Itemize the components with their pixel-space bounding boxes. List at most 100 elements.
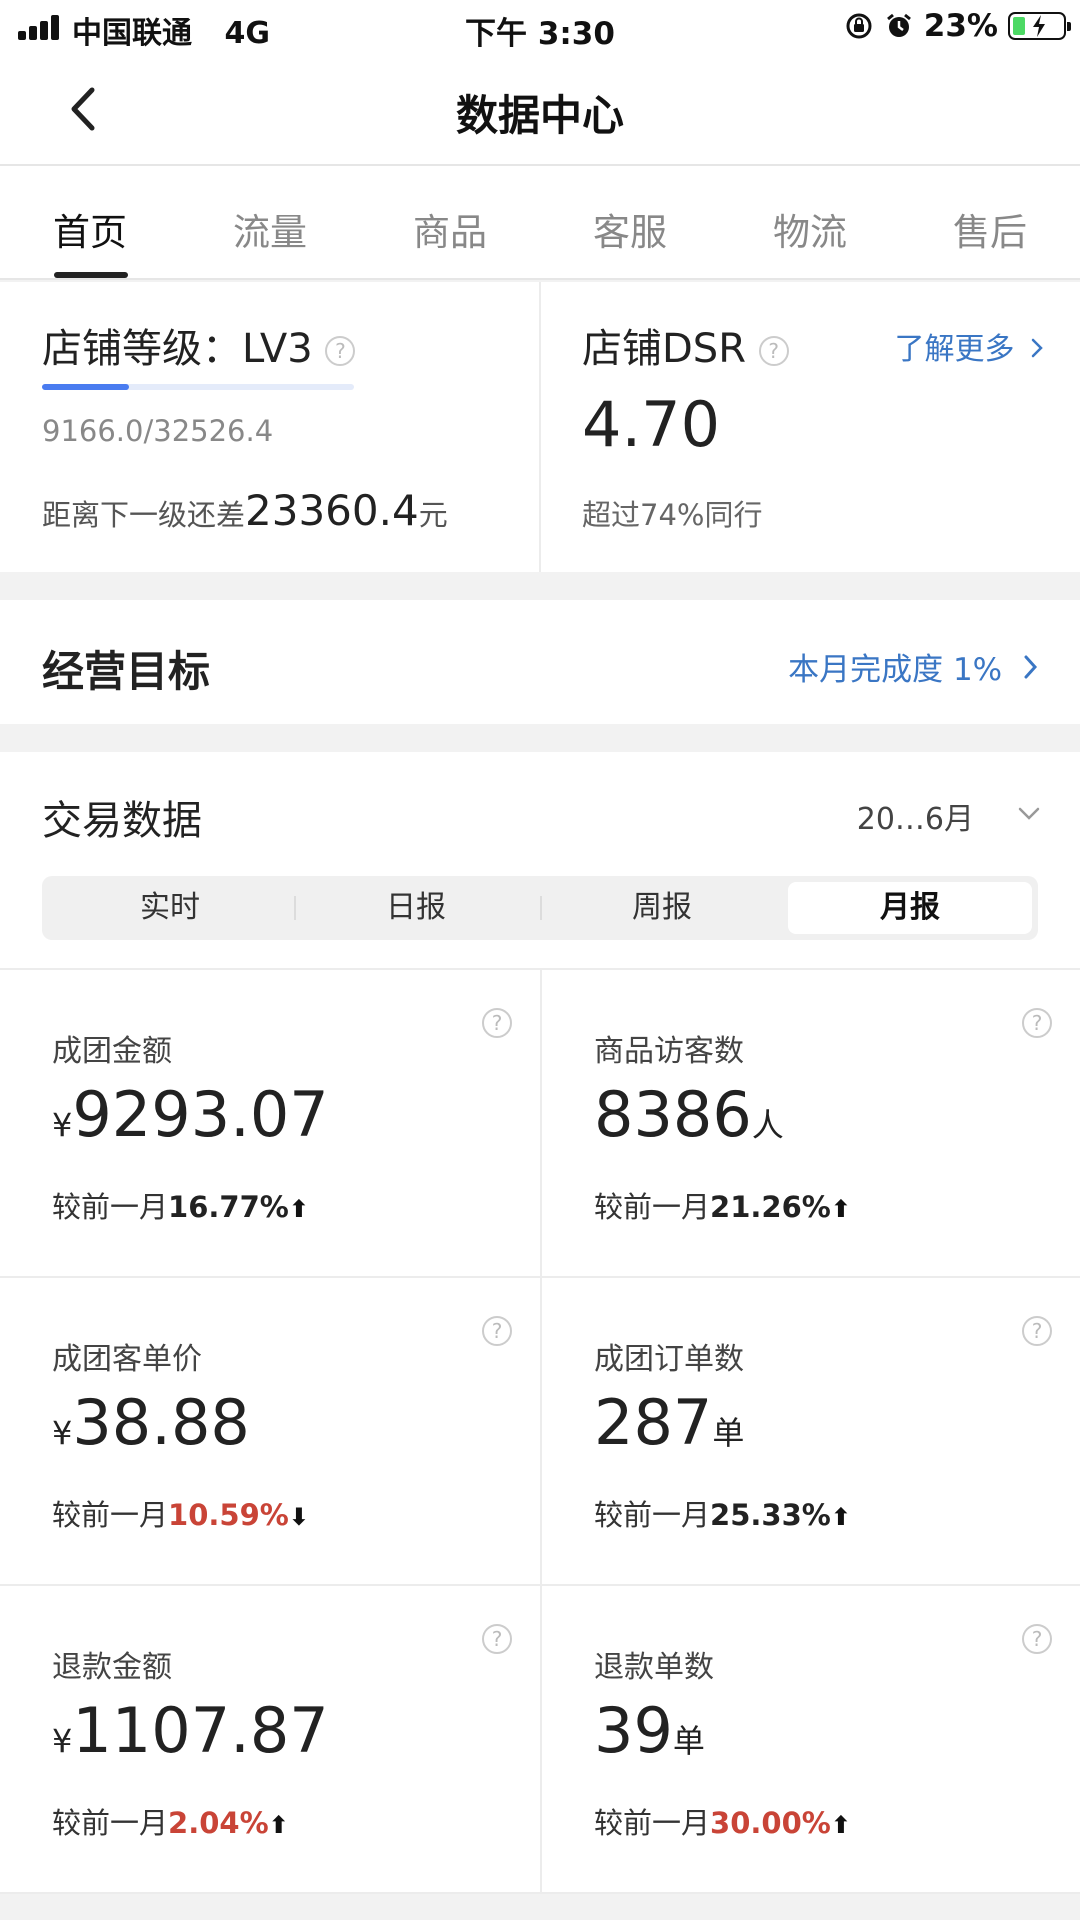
metric-value: ¥1107.87: [52, 1694, 329, 1767]
metric-unit: 单: [712, 1414, 745, 1452]
question-circle-icon[interactable]: ?: [482, 1316, 512, 1346]
dsr-value: 4.70: [582, 388, 721, 461]
level-gap-value: 23360.4: [245, 486, 419, 535]
metric-value: 287单: [594, 1386, 744, 1459]
change-percent: 21.26%: [710, 1190, 831, 1224]
battery-icon: [1008, 12, 1071, 40]
question-circle-icon[interactable]: ?: [1022, 1316, 1052, 1346]
level-score: 9166.0/32526.4: [42, 414, 274, 448]
battery-percent: 23%: [923, 8, 998, 44]
compare-label: 较前一月: [52, 1498, 169, 1532]
period-selector[interactable]: 20…6月: [857, 794, 974, 838]
monthly-completion-link[interactable]: 本月完成度 1%: [788, 644, 1040, 689]
dsr-title-text: 店铺DSR: [582, 326, 746, 372]
metric-value: ¥38.88: [52, 1386, 250, 1459]
shop-level-text: 店铺等级：LV3: [42, 326, 313, 372]
tab-after-sales[interactable]: 售后: [900, 202, 1080, 256]
compare-label: 较前一月: [52, 1806, 169, 1840]
metric-number: 1107.87: [72, 1694, 329, 1767]
shop-level-title: 店铺等级：LV3 ?: [42, 316, 356, 374]
metric-value: 39单: [594, 1694, 705, 1767]
trade-data-title: 交易数据: [42, 798, 202, 844]
arrow-down-icon: ⬇: [288, 1503, 309, 1531]
divider: [539, 282, 541, 572]
metric-number: 39: [594, 1694, 673, 1767]
tab-home[interactable]: 首页: [0, 202, 180, 256]
learn-more-link[interactable]: 了解更多: [894, 324, 1044, 368]
trade-data-card: 交易数据 20…6月 实时 日报 周报 月报 成团金额 ? ¥9293.07 较…: [0, 752, 1080, 1894]
metric-unit: 人: [751, 1106, 784, 1144]
arrow-up-icon: ⬆: [268, 1811, 289, 1839]
metric-gmv[interactable]: 成团金额 ? ¥9293.07 较前一月16.77%⬆: [0, 970, 540, 1278]
arrow-up-icon: ⬆: [830, 1811, 851, 1839]
metric-label: 商品访客数: [594, 1034, 744, 1069]
metric-label: 退款单数: [594, 1650, 714, 1685]
question-circle-icon[interactable]: ?: [482, 1008, 512, 1038]
level-gap-prefix: 距离下一级还差: [42, 498, 246, 532]
compare-label: 较前一月: [594, 1190, 711, 1224]
metric-label: 退款金额: [52, 1650, 172, 1685]
chevron-down-icon[interactable]: [1016, 800, 1042, 826]
change-percent: 16.77%: [168, 1190, 289, 1224]
tab-products[interactable]: 商品: [360, 202, 540, 256]
metric-number: 287: [594, 1386, 713, 1459]
tab-active-indicator: [54, 272, 128, 278]
tab-bar: 首页 流量 商品 客服 物流 售后: [0, 166, 1080, 280]
arrow-up-icon: ⬆: [288, 1195, 309, 1223]
currency-symbol: ¥: [52, 1722, 73, 1760]
metric-avg-order-value[interactable]: 成团客单价 ? ¥38.88 较前一月10.59%⬇: [0, 1278, 540, 1586]
question-circle-icon[interactable]: ?: [1022, 1008, 1052, 1038]
status-bar: 中国联通 4G 下午 3:30 23%: [0, 0, 1080, 54]
compare-label: 较前一月: [594, 1806, 711, 1840]
metric-compare: 较前一月21.26%⬆: [594, 1184, 851, 1226]
metric-compare: 较前一月10.59%⬇: [52, 1492, 309, 1534]
tab-traffic[interactable]: 流量: [180, 202, 360, 256]
question-circle-icon[interactable]: ?: [1022, 1624, 1052, 1654]
metric-orders[interactable]: 成团订单数 ? 287单 较前一月25.33%⬆: [540, 1278, 1080, 1586]
metric-refund-orders[interactable]: 退款单数 ? 39单 较前一月30.00%⬆: [540, 1586, 1080, 1894]
segment-weekly[interactable]: 周报: [540, 882, 784, 934]
metric-compare: 较前一月2.04%⬆: [52, 1800, 289, 1842]
chevron-right-icon: [1024, 655, 1038, 679]
arrow-up-icon: ⬆: [830, 1503, 851, 1531]
metric-number: 38.88: [72, 1386, 250, 1459]
business-goal-card[interactable]: 经营目标 本月完成度 1%: [0, 600, 1080, 724]
segment-daily[interactable]: 日报: [294, 882, 538, 934]
metric-compare: 较前一月30.00%⬆: [594, 1800, 851, 1842]
question-circle-icon[interactable]: ?: [325, 336, 356, 366]
change-percent: 30.00%: [710, 1806, 831, 1840]
level-gap-unit: 元: [418, 498, 448, 532]
metric-number: 8386: [594, 1078, 752, 1151]
page-title: 数据中心: [455, 91, 624, 140]
segment-realtime[interactable]: 实时: [48, 882, 292, 934]
alarm-icon: [884, 11, 914, 41]
tab-logistics[interactable]: 物流: [720, 202, 900, 256]
metrics-grid: 成团金额 ? ¥9293.07 较前一月16.77%⬆ 商品访客数 ? 8386…: [0, 968, 1080, 1894]
level-progress-bar: [42, 384, 354, 390]
monthly-completion-label: 本月完成度 1%: [788, 652, 1003, 688]
chevron-right-icon: [1031, 338, 1043, 358]
metric-value: 8386人: [594, 1078, 784, 1151]
change-percent: 10.59%: [168, 1498, 289, 1532]
metric-value: ¥9293.07: [52, 1078, 329, 1151]
currency-symbol: ¥: [52, 1414, 73, 1452]
dsr-rank: 超过74%同行: [582, 498, 763, 532]
report-type-selector: 实时 日报 周报 月报: [42, 876, 1038, 940]
metric-refund-amount[interactable]: 退款金额 ? ¥1107.87 较前一月2.04%⬆: [0, 1586, 540, 1894]
metric-unit: 单: [672, 1722, 705, 1760]
metric-compare: 较前一月16.77%⬆: [52, 1184, 309, 1226]
level-gap: 距离下一级还差23360.4元: [42, 486, 448, 535]
metric-visitors[interactable]: 商品访客数 ? 8386人 较前一月21.26%⬆: [540, 970, 1080, 1278]
learn-more-label: 了解更多: [894, 332, 1015, 367]
question-circle-icon[interactable]: ?: [482, 1624, 512, 1654]
metric-compare: 较前一月25.33%⬆: [594, 1492, 851, 1534]
change-percent: 25.33%: [710, 1498, 831, 1532]
business-goal-title: 经营目标: [42, 647, 211, 696]
segment-monthly[interactable]: 月报: [788, 882, 1032, 934]
change-percent: 2.04%: [168, 1806, 269, 1840]
level-progress-fill: [42, 384, 130, 390]
question-circle-icon[interactable]: ?: [758, 336, 789, 366]
metric-number: 9293.07: [72, 1078, 329, 1151]
tab-customer-service[interactable]: 客服: [540, 202, 720, 256]
metric-label: 成团金额: [52, 1034, 172, 1069]
